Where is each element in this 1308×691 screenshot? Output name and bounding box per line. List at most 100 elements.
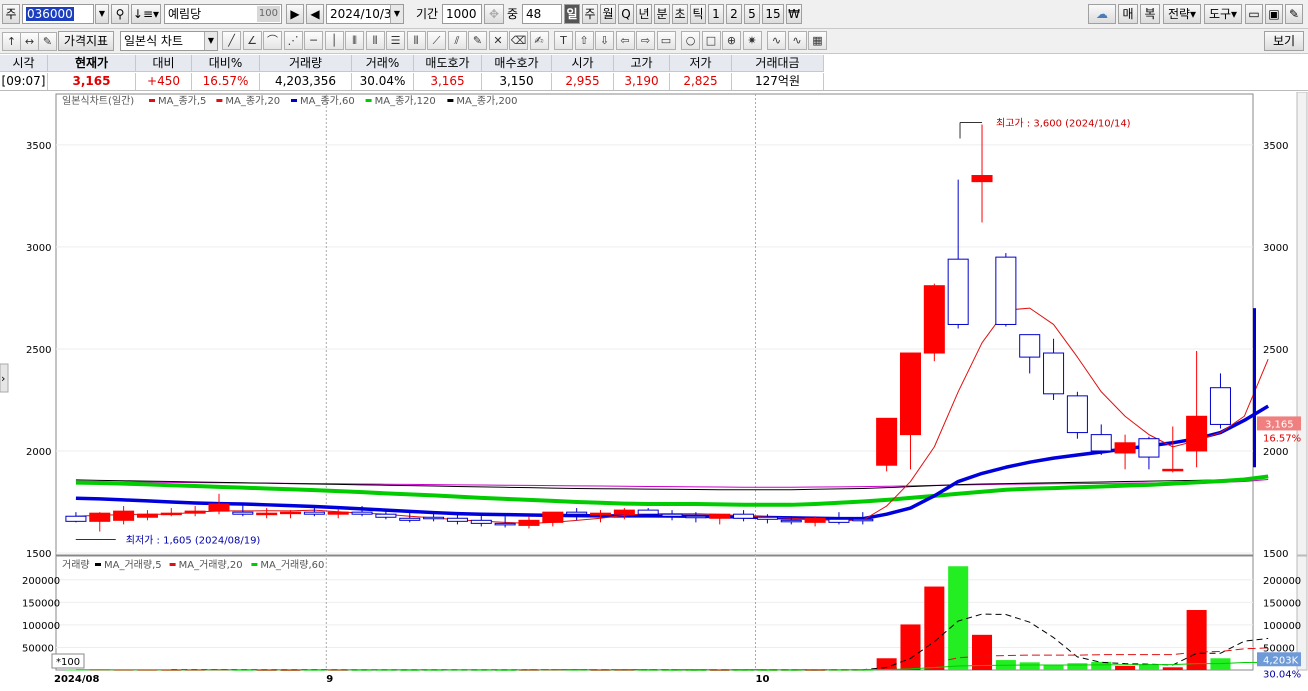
interval-button-4[interactable]: 년 xyxy=(636,4,652,24)
arrow-right-tool-icon[interactable]: ⇨ xyxy=(636,31,655,50)
interval-button-6[interactable]: 초 xyxy=(672,4,688,24)
candle-body-27[interactable] xyxy=(709,513,731,519)
next-stock-button[interactable]: ▶ xyxy=(286,4,304,24)
candle-body-31[interactable] xyxy=(804,517,826,523)
candle-body-12[interactable] xyxy=(351,511,373,515)
candle-body-46[interactable] xyxy=(1162,468,1184,472)
candle-body-2[interactable] xyxy=(113,510,135,521)
period-input[interactable]: 1000 xyxy=(442,4,482,24)
eraser-tool-icon[interactable]: ⌫ xyxy=(509,31,528,50)
chart-svg[interactable]: › 1500 1500 2000 2000 2500 2500 3000 3000 3500 350… xyxy=(0,91,1308,688)
volume-bar-44[interactable] xyxy=(1115,665,1136,670)
grid1-tool-icon[interactable]: ⦀ xyxy=(345,31,364,50)
interval-button-5[interactable]: 분 xyxy=(654,4,670,24)
date-input[interactable]: 2024/10/31 ▼ xyxy=(326,4,404,24)
candle-body-26[interactable] xyxy=(685,515,707,519)
candle-body-20[interactable] xyxy=(542,511,564,523)
candle-body-8[interactable] xyxy=(256,512,278,516)
cross-tool-icon[interactable]: ✕ xyxy=(488,31,508,50)
candle-body-42[interactable] xyxy=(1066,395,1088,434)
magnet-tool-icon[interactable]: ✷ xyxy=(742,31,762,50)
candle-body-21[interactable] xyxy=(566,511,588,515)
candle-body-16[interactable] xyxy=(446,517,468,522)
candle-body-47[interactable] xyxy=(1186,415,1208,452)
candle-body-6[interactable] xyxy=(208,503,230,512)
volume-bar-35[interactable] xyxy=(900,624,921,670)
square-tool-icon[interactable]: □ xyxy=(701,31,721,50)
arrow-up-tool-icon[interactable]: ⇧ xyxy=(574,31,594,50)
candle-body-33[interactable] xyxy=(852,518,874,522)
candle-body-30[interactable] xyxy=(780,519,802,523)
volume-bar-41[interactable] xyxy=(1043,665,1064,670)
candle-body-0[interactable] xyxy=(65,515,87,522)
volume-bar-47[interactable] xyxy=(1186,610,1207,670)
code-dropdown-button[interactable]: ▼ xyxy=(95,4,109,24)
chart-area[interactable]: › 1500 1500 2000 2000 2500 2500 3000 3000 3500 350… xyxy=(0,91,1308,688)
market-selector[interactable]: 주 xyxy=(2,4,20,24)
export-tool-icon[interactable]: ▦ xyxy=(808,31,827,50)
candle-body-34[interactable] xyxy=(876,417,898,466)
up-arrow-icon[interactable]: ↑ xyxy=(2,32,21,51)
text-box-tool-icon[interactable]: T xyxy=(554,31,573,50)
volume-bar-37[interactable] xyxy=(948,566,969,670)
arrow-down-tool-icon[interactable]: ⇩ xyxy=(595,31,614,50)
volume-bar-38[interactable] xyxy=(972,634,993,670)
interval-button-2[interactable]: 월 xyxy=(600,4,616,24)
compound-button[interactable]: 복 xyxy=(1140,4,1160,24)
candle-body-3[interactable] xyxy=(136,513,158,518)
volume-bar-36[interactable] xyxy=(924,586,945,670)
wrench-icon[interactable]: ✎ xyxy=(1285,4,1303,24)
candle-body-9[interactable] xyxy=(280,511,302,515)
vline-tool-icon[interactable]: │ xyxy=(324,31,344,50)
resize-icon[interactable]: ↔ xyxy=(20,32,39,51)
grid3-tool-icon[interactable]: ☰ xyxy=(386,31,405,50)
candle-body-24[interactable] xyxy=(637,509,659,515)
open-folder-icon[interactable]: ▭ xyxy=(1245,4,1263,24)
candle-body-17[interactable] xyxy=(470,519,492,524)
edit-icon[interactable]: ✎ xyxy=(38,32,57,51)
fan-tool-icon[interactable]: ⋰ xyxy=(283,31,303,50)
candle-body-25[interactable] xyxy=(661,513,683,517)
candle-body-38[interactable] xyxy=(971,175,993,183)
candle-body-18[interactable] xyxy=(494,522,516,526)
grid2-tool-icon[interactable]: ⦀ xyxy=(365,31,385,50)
volume-bar-42[interactable] xyxy=(1067,663,1088,670)
interval-button-7[interactable]: 틱 xyxy=(690,4,706,24)
tools-button[interactable]: 도구▾ xyxy=(1204,4,1242,24)
candle-body-10[interactable] xyxy=(303,511,325,515)
candle-body-41[interactable] xyxy=(1043,352,1065,395)
price-scrollbar[interactable] xyxy=(1296,91,1308,556)
candle-body-36[interactable] xyxy=(923,285,945,354)
prev-stock-button[interactable]: ◀ xyxy=(306,4,324,24)
arc-tool-icon[interactable]: ⌒ xyxy=(263,31,282,50)
volume-bar-48[interactable] xyxy=(1210,658,1231,670)
candle-body-1[interactable] xyxy=(89,512,111,522)
label-tool-icon[interactable]: ▭ xyxy=(656,31,676,50)
sort-button[interactable]: ↓≡▾ xyxy=(131,4,161,24)
arrow-left-tool-icon[interactable]: ⇦ xyxy=(615,31,635,50)
date-dropdown-icon[interactable]: ▼ xyxy=(390,5,403,23)
interval-button-12[interactable]: ₩ xyxy=(786,4,802,24)
price-indicator-button[interactable]: 가격지표 xyxy=(58,31,114,51)
candle-body-44[interactable] xyxy=(1114,442,1136,454)
chart-type-select[interactable]: 일본식 차트 ▼ xyxy=(120,31,218,51)
candle-body-45[interactable] xyxy=(1138,438,1160,458)
wave1-tool-icon[interactable]: ∿ xyxy=(767,31,786,50)
candle-body-32[interactable] xyxy=(828,518,850,523)
interval-button-8[interactable]: 1 xyxy=(708,4,724,24)
parallel-tool-icon[interactable]: ⫽ xyxy=(447,31,467,50)
candle-body-19[interactable] xyxy=(518,519,540,526)
interval-button-11[interactable]: 15 xyxy=(762,4,784,24)
grid4-tool-icon[interactable]: ⦀ xyxy=(406,31,426,50)
cloud-icon[interactable]: ☁ xyxy=(1088,4,1116,24)
interval-button-10[interactable]: 5 xyxy=(744,4,760,24)
candle-body-37[interactable] xyxy=(947,258,969,325)
volume-bar-40[interactable] xyxy=(1019,662,1040,670)
save-icon[interactable]: ▣ xyxy=(1265,4,1283,24)
stock-code-input[interactable]: 036000 xyxy=(22,4,94,24)
stock-name-field[interactable]: 예림당 100 xyxy=(164,4,282,24)
pencil-tool-icon[interactable]: ✎ xyxy=(468,31,487,50)
candle-body-13[interactable] xyxy=(375,513,397,518)
candle-body-29[interactable] xyxy=(756,516,778,520)
search-icon[interactable]: ⚲ xyxy=(111,4,129,24)
